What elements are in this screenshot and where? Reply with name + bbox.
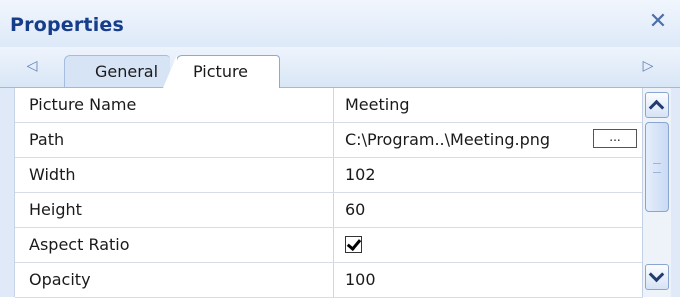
property-name: Height [29, 200, 82, 219]
property-value-height[interactable]: 60 [345, 193, 637, 227]
scrollbar-thumb[interactable] [645, 122, 669, 212]
chevron-up-icon[interactable] [645, 92, 669, 118]
property-name: Picture Name [29, 95, 137, 114]
property-value-picture-name[interactable]: Meeting [345, 88, 637, 122]
panel-title: Properties [10, 14, 124, 36]
property-grid: Picture Name Meeting Path C:\Program..\M… [14, 88, 643, 298]
property-row-picture-name[interactable]: Picture Name Meeting [15, 88, 643, 123]
property-name: Path [29, 130, 65, 149]
properties-panel: Properties ✕ ◁ General Picture ▷ Picture… [0, 0, 680, 298]
chevron-down-icon[interactable] [645, 264, 669, 290]
property-row-aspect-ratio[interactable]: Aspect Ratio [15, 228, 643, 263]
tab-general[interactable]: General [64, 55, 170, 87]
property-value-opacity[interactable]: 100 [345, 263, 637, 297]
tab-picture[interactable]: Picture [163, 55, 280, 88]
property-row-height[interactable]: Height 60 [15, 193, 643, 228]
property-name: Width [29, 165, 76, 184]
property-row-opacity[interactable]: Opacity 100 [15, 263, 643, 298]
aspect-ratio-checkbox[interactable] [345, 236, 362, 253]
close-icon[interactable]: ✕ [648, 11, 668, 33]
panel-header: Properties ✕ [0, 0, 680, 47]
tab-strip: ◁ General Picture ▷ [0, 47, 680, 88]
property-value-width[interactable]: 102 [345, 158, 637, 192]
triangle-left-icon[interactable]: ◁ [24, 56, 40, 76]
property-name: Opacity [29, 270, 91, 289]
grip-icon [653, 163, 661, 173]
property-name: Aspect Ratio [29, 235, 130, 254]
property-row-width[interactable]: Width 102 [15, 158, 643, 193]
browse-button[interactable]: ... [593, 129, 637, 148]
property-row-path[interactable]: Path C:\Program..\Meeting.png ... [15, 123, 643, 158]
vertical-scrollbar[interactable] [642, 88, 671, 297]
triangle-right-icon[interactable]: ▷ [640, 56, 656, 76]
